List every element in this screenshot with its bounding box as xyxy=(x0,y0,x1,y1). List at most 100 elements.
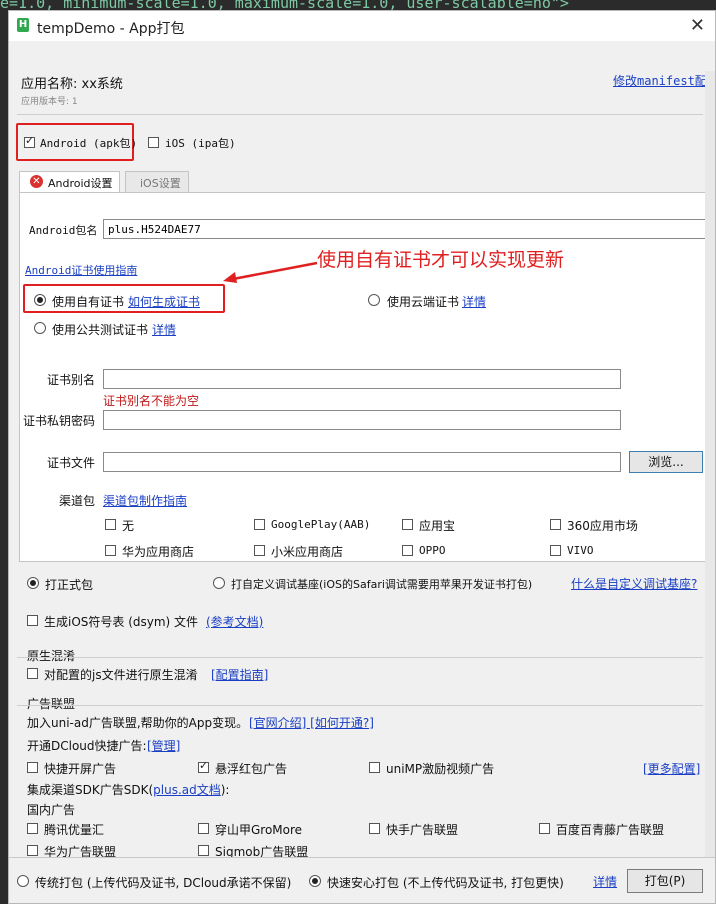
unimp-video-ad-checkbox[interactable] xyxy=(369,762,380,773)
channel-huawei-checkbox[interactable] xyxy=(105,545,116,556)
own-cert-label: 使用自有证书 xyxy=(52,295,125,309)
cloud-cert-label: 使用云端证书 xyxy=(387,295,460,309)
sdk-ads-label: 集成渠道SDK广告SDK(plus.ad文档): xyxy=(27,781,229,798)
formal-build-label: 打正式包 xyxy=(45,578,94,592)
cert-file-input[interactable] xyxy=(103,452,621,472)
fast-build-label: 快速安心打包 (不上传代码及证书, 打包更快) xyxy=(327,876,564,890)
app-name-label: 应用名称: xx系统 xyxy=(21,77,123,92)
formal-build-radio[interactable] xyxy=(27,577,39,589)
red-packet-ad-label: 悬浮红包广告 xyxy=(215,762,288,776)
sdk-ads-prefix: 集成渠道SDK广告SDK( xyxy=(27,783,154,797)
cloud-cert-radio[interactable] xyxy=(368,294,380,306)
error-icon: ✕ xyxy=(30,175,43,188)
channel-vivo-label: VIVO xyxy=(567,544,594,557)
channel-yingyongbao-checkbox[interactable] xyxy=(402,519,413,530)
sigmob-ads-checkbox[interactable] xyxy=(198,845,209,856)
build-button[interactable]: 打包(P) xyxy=(627,869,703,893)
cert-file-label: 证书文件 xyxy=(47,456,96,470)
native-obfuscation-label: 对配置的js文件进行原生混淆 xyxy=(44,668,198,682)
app-version-label: 应用版本号: 1 xyxy=(21,97,78,107)
channel-360-label: 360应用市场 xyxy=(567,519,638,533)
channel-oppo-checkbox[interactable] xyxy=(402,545,413,556)
annotation-arrow-icon xyxy=(223,261,318,283)
channel-oppo-label: OPPO xyxy=(419,544,446,557)
huawei-ads-checkbox[interactable] xyxy=(27,845,38,856)
app-build-dialog: H tempDemo - App打包 ✕ 应用名称: xx系统 应用版本号: 1… xyxy=(8,10,716,904)
cert-password-input[interactable] xyxy=(103,410,621,430)
title-bar: H tempDemo - App打包 ✕ xyxy=(9,11,715,41)
android-package-input[interactable] xyxy=(103,219,713,239)
ads-join-links[interactable]: [官网介绍] [如何开通?] xyxy=(249,714,374,731)
traditional-build-label: 传统打包 (上传代码及证书, DCloud承诺不保留) xyxy=(35,876,292,890)
android-checkbox[interactable] xyxy=(24,134,35,148)
dsym-checkbox[interactable] xyxy=(27,615,38,626)
close-icon[interactable]: ✕ xyxy=(690,15,705,36)
more-ads-config-link[interactable]: [更多配置] xyxy=(643,760,700,777)
channel-label: 渠道包 xyxy=(59,494,96,508)
custom-base-radio[interactable] xyxy=(213,577,225,589)
channel-xiaomi-label: 小米应用商店 xyxy=(271,545,344,559)
own-cert-radio[interactable] xyxy=(34,294,46,306)
tab-ios-label: iOS设置 xyxy=(140,177,181,190)
footer-details-link[interactable]: 详情 xyxy=(593,873,617,890)
channel-googleplay-label: GooglePlay(AAB) xyxy=(271,518,371,531)
browse-button[interactable]: 浏览... xyxy=(629,451,703,473)
cert-alias-label: 证书别名 xyxy=(47,373,96,387)
ads-join-text: 加入uni-ad广告联盟,帮助你的App变现。 xyxy=(27,716,249,730)
hbuilder-h-icon: H xyxy=(17,18,29,32)
tencent-ads-checkbox[interactable] xyxy=(27,823,38,834)
splash-ad-checkbox[interactable] xyxy=(27,762,38,773)
ios-checkbox[interactable] xyxy=(148,137,159,148)
cert-alias-input[interactable] xyxy=(103,369,621,389)
cloud-cert-details-link[interactable]: 详情 xyxy=(462,293,486,310)
native-obfuscation-guide-link[interactable]: [配置指南] xyxy=(211,666,268,683)
native-obfuscation-divider xyxy=(17,657,703,658)
channel-360-checkbox[interactable] xyxy=(550,519,561,530)
channel-none-checkbox[interactable] xyxy=(105,519,116,530)
channel-guide-link[interactable]: 渠道包制作指南 xyxy=(103,492,187,509)
vertical-scrollbar[interactable] xyxy=(705,71,715,861)
baidu-ads-checkbox[interactable] xyxy=(539,823,550,834)
ios-label: iOS (ipa包) xyxy=(165,137,236,150)
channel-none-label: 无 xyxy=(122,519,135,533)
dsym-docs-link[interactable]: (参考文档) xyxy=(206,613,263,630)
channel-huawei-label: 华为应用商店 xyxy=(122,545,195,559)
kuaishou-ads-checkbox[interactable] xyxy=(369,823,380,834)
public-cert-radio[interactable] xyxy=(34,322,46,334)
android-cert-guide-link[interactable]: Android证书使用指南 xyxy=(25,262,137,278)
custom-base-help-link[interactable]: 什么是自定义调试基座? xyxy=(571,575,697,592)
public-cert-label: 使用公共测试证书 xyxy=(52,323,149,337)
native-obfuscation-checkbox[interactable] xyxy=(27,668,38,679)
tab-ios-settings[interactable]: iOS设置 xyxy=(125,171,189,193)
modify-manifest-link[interactable]: 修改manifest配置 xyxy=(613,72,715,89)
annotation-text: 使用自有证书才可以实现更新 xyxy=(317,249,565,271)
channel-vivo-checkbox[interactable] xyxy=(550,545,561,556)
cert-alias-error: 证书别名不能为空 xyxy=(103,394,200,408)
dcloud-ads-manage-link[interactable]: [管理] xyxy=(147,737,180,754)
sdk-ads-suffix: ): xyxy=(220,783,230,797)
public-cert-details-link[interactable]: 详情 xyxy=(152,321,176,338)
how-to-generate-cert-link[interactable]: 如何生成证书 xyxy=(128,293,200,310)
channel-yingyongbao-label: 应用宝 xyxy=(419,519,456,533)
unimp-video-ad-label: uniMP激励视频广告 xyxy=(386,762,495,776)
window-title: tempDemo - App打包 xyxy=(37,21,185,37)
red-packet-ad-checkbox[interactable] xyxy=(198,759,209,773)
dsym-label: 生成iOS符号表 (dsym) 文件 xyxy=(44,615,199,629)
tab-android-settings[interactable]: ✕ Android设置 xyxy=(19,171,120,193)
fast-build-radio[interactable] xyxy=(309,875,321,887)
baidu-ads-label: 百度百青藤广告联盟 xyxy=(556,823,665,837)
splash-ad-label: 快捷开屏广告 xyxy=(44,762,117,776)
android-package-label: Android包名 xyxy=(29,224,98,237)
custom-base-label: 打自定义调试基座(iOS的Safari调试需要用苹果开发证书打包) xyxy=(231,578,533,591)
traditional-build-radio[interactable] xyxy=(17,875,29,887)
plus-ad-docs-link[interactable]: plus.ad文档 xyxy=(153,783,221,797)
pangle-ads-checkbox[interactable] xyxy=(198,823,209,834)
channel-xiaomi-checkbox[interactable] xyxy=(254,545,265,556)
channel-googleplay-checkbox[interactable] xyxy=(254,519,265,530)
android-label: Android (apk包) xyxy=(40,137,138,150)
cert-password-label: 证书私钥密码 xyxy=(23,414,96,428)
pangle-ads-label: 穿山甲GroMore xyxy=(215,823,303,837)
ads-group-divider xyxy=(17,705,703,706)
header-separator xyxy=(17,114,703,115)
ads-group-title: 广告联盟 xyxy=(27,697,76,711)
